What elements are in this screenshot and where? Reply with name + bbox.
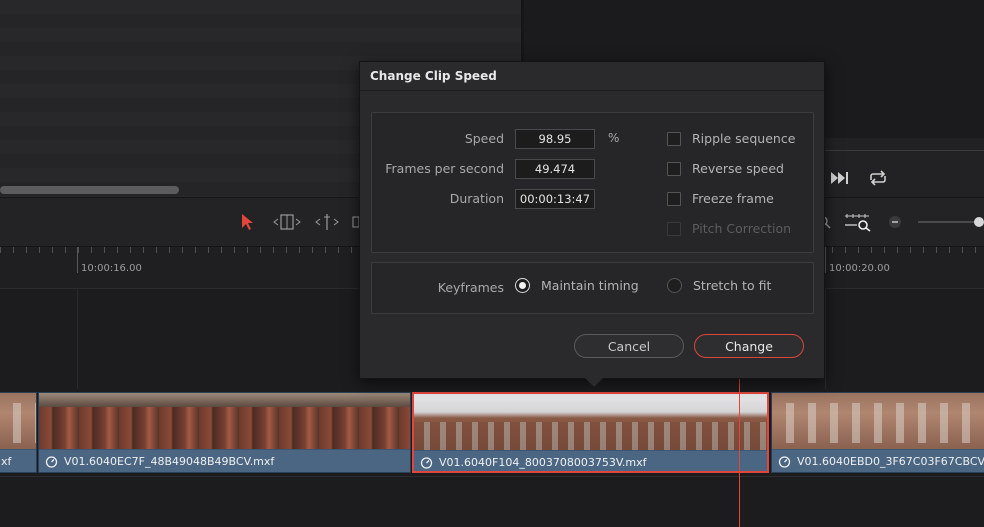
clip-thumbnail xyxy=(39,393,410,449)
fps-input[interactable]: 49.474 xyxy=(515,159,595,179)
fps-label: Frames per second xyxy=(385,161,504,176)
cancel-button[interactable]: Cancel xyxy=(574,334,684,358)
timeline-clip[interactable]: xf xyxy=(0,392,37,473)
track-divider xyxy=(0,476,984,477)
keyframes-panel: Keyframes Maintain timing Stretch to fit xyxy=(371,262,814,314)
speed-label: Speed xyxy=(464,131,504,146)
clip-name: V01.6040EBD0_3F67C03F67CBCV.mxf xyxy=(797,455,984,468)
checkbox-box xyxy=(667,221,681,236)
checkbox-box[interactable] xyxy=(667,131,681,146)
arrow-pointer-icon xyxy=(242,214,253,230)
zoom-slider-handle[interactable] xyxy=(974,217,984,227)
clip-thumbnail xyxy=(414,394,767,450)
ruler-major-tick xyxy=(77,247,78,273)
zoom-detail-button[interactable] xyxy=(843,211,873,233)
clip-thumbnail xyxy=(772,393,984,449)
timeline-clip[interactable]: V01.6040EBD0_3F67C03F67CBCV.mxf xyxy=(771,392,984,473)
timeline-clip-selected[interactable]: V01.6040F104_8003708003753V.mxf xyxy=(412,392,769,473)
scrub-bar[interactable] xyxy=(824,150,984,151)
clip-name: xf xyxy=(1,455,12,468)
clip-label: V01.6040EC7F_48B49048B49BCV.mxf xyxy=(39,450,410,472)
radio-dot[interactable] xyxy=(667,278,682,293)
keyframes-label: Keyframes xyxy=(437,280,504,295)
reverse-speed-label: Reverse speed xyxy=(692,161,784,176)
loop-icon[interactable] xyxy=(867,170,889,186)
zoom-ruler-icon xyxy=(845,214,871,232)
duration-label: Duration xyxy=(449,191,504,206)
maintain-timing-radio[interactable]: Maintain timing xyxy=(515,278,639,293)
next-clip-icon[interactable] xyxy=(830,170,852,186)
trim-icon xyxy=(273,214,301,230)
duration-input[interactable]: 00:00:13:47 xyxy=(515,189,595,209)
change-clip-speed-dialog: Change Clip Speed Speed 98.95 % Frames p… xyxy=(359,61,825,379)
grid-line xyxy=(77,289,78,389)
speed-change-icon xyxy=(420,457,433,469)
zoom-slider[interactable] xyxy=(914,211,984,233)
zoom-out-button[interactable] xyxy=(888,211,902,233)
clip-name: V01.6040EC7F_48B49048B49BCV.mxf xyxy=(64,455,275,468)
speed-change-icon xyxy=(778,456,791,468)
viewer-transport-area xyxy=(824,138,984,197)
timeline-clip[interactable]: V01.6040EC7F_48B49048B49BCV.mxf xyxy=(38,392,411,473)
ripple-sequence-checkbox[interactable]: Ripple sequence xyxy=(667,131,795,146)
checkbox-box[interactable] xyxy=(667,161,681,176)
pitch-correction-label: Pitch Correction xyxy=(692,221,792,236)
stretch-to-fit-label: Stretch to fit xyxy=(693,278,772,293)
zoom-slider-track xyxy=(918,217,984,227)
playhead[interactable] xyxy=(739,378,740,527)
speed-change-icon xyxy=(45,456,58,468)
ruler-major-tick xyxy=(825,247,826,273)
timecode-label: 10:00:20.00 xyxy=(829,263,890,274)
dialog-pointer xyxy=(585,378,603,387)
freeze-frame-checkbox[interactable]: Freeze frame xyxy=(667,191,774,206)
reverse-speed-checkbox[interactable]: Reverse speed xyxy=(667,161,784,176)
clip-name: V01.6040F104_8003708003753V.mxf xyxy=(439,456,647,469)
trim-tool[interactable] xyxy=(272,211,302,233)
maintain-timing-label: Maintain timing xyxy=(541,278,639,293)
pitch-correction-checkbox: Pitch Correction xyxy=(667,221,791,236)
grid-line xyxy=(825,289,826,389)
speed-input[interactable]: 98.95 xyxy=(515,129,595,149)
dynamic-trim-tool[interactable] xyxy=(314,211,340,233)
speed-unit: % xyxy=(608,131,620,145)
stretch-to-fit-radio[interactable]: Stretch to fit xyxy=(667,278,771,293)
freeze-frame-label: Freeze frame xyxy=(692,191,774,206)
minus-circle-icon xyxy=(889,216,901,228)
clip-thumbnail xyxy=(0,393,36,449)
blade-edit-icon xyxy=(315,214,339,230)
checkbox-box[interactable] xyxy=(667,191,681,206)
timecode-label: 10:00:16.00 xyxy=(81,263,142,274)
change-button[interactable]: Change xyxy=(694,334,804,358)
clip-label: xf xyxy=(0,450,36,472)
speed-settings-panel: Speed 98.95 % Frames per second 49.474 D… xyxy=(371,112,814,253)
radio-dot[interactable] xyxy=(515,278,530,293)
viewer-scrollbar[interactable] xyxy=(0,186,179,194)
dialog-title: Change Clip Speed xyxy=(360,62,824,91)
clip-label: V01.6040EBD0_3F67C03F67CBCV.mxf xyxy=(772,450,984,472)
clip-label: V01.6040F104_8003708003753V.mxf xyxy=(414,451,767,471)
selection-tool[interactable] xyxy=(238,211,256,233)
ripple-sequence-label: Ripple sequence xyxy=(692,131,796,146)
